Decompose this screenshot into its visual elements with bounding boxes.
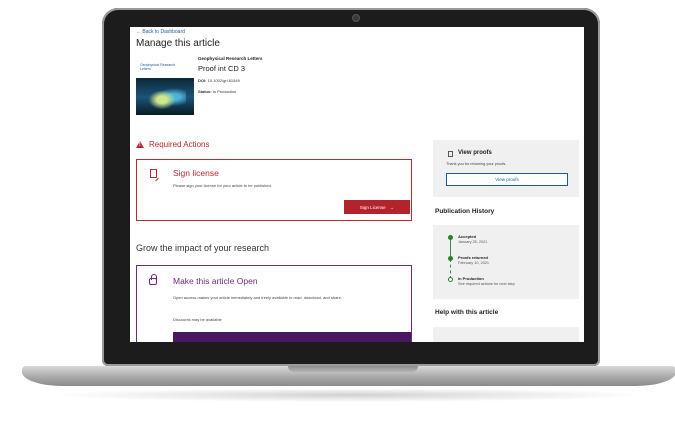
open-access-title: Make this article Open (173, 276, 258, 286)
screen: ← Back to Dashboard Manage this article … (130, 27, 584, 342)
help-panel (433, 327, 579, 342)
proof-document-icon (448, 151, 453, 157)
required-actions-heading: Required Actions (136, 140, 209, 149)
cover-art (146, 83, 186, 111)
webcam-icon (352, 14, 360, 22)
help-heading: Help with this article (435, 309, 499, 316)
timeline-dot-pending (448, 277, 453, 282)
page-title: Manage this article (136, 38, 220, 49)
view-proofs-panel: View proofs Thank you for returning your… (433, 140, 579, 197)
status-value: In Production (212, 89, 237, 94)
event-date: February 10, 2021 (458, 261, 490, 265)
view-proofs-button[interactable]: View proofs (446, 173, 568, 186)
timeline-line-pending (450, 259, 451, 279)
doi-line: DOI: 10.1002/grl.61549 (198, 78, 240, 83)
laptop-shadow (50, 388, 650, 402)
event-title: Accepted (458, 234, 477, 239)
laptop-notch (288, 366, 418, 372)
open-access-description: Open access makes your article immediate… (173, 295, 342, 300)
sign-license-button[interactable]: Sign License → (344, 200, 410, 214)
timeline-dot (448, 256, 453, 261)
required-actions-label: Required Actions (149, 140, 210, 149)
sign-license-title: Sign license (173, 168, 219, 178)
doi-label: DOI: (198, 78, 207, 83)
warning-icon (136, 141, 144, 148)
timeline-dot (448, 235, 453, 240)
event-title: Proofs returned (458, 255, 489, 260)
article-title: Proof int CD 3 (198, 64, 246, 73)
event-title: In Production (458, 276, 484, 281)
cover-journal-label: Geophysical Research Letters (140, 63, 176, 71)
sign-license-button-label: Sign License (359, 204, 386, 210)
sign-license-card: Sign license Please sign your license fo… (136, 159, 412, 221)
sign-license-description: Please sign your license for your articl… (173, 183, 272, 188)
status-line: Status: In Production (198, 89, 236, 94)
discount-note: Discounts may be available (173, 317, 222, 322)
view-proofs-description: Thank you for returning your proofs. (446, 162, 507, 166)
journal-cover-image: Geophysical Research Letters (136, 55, 194, 115)
make-open-button[interactable] (173, 332, 411, 342)
unlock-icon (149, 274, 157, 285)
publication-history-timeline: Accepted January 25, 2021 Proofs returne… (433, 225, 579, 299)
back-to-dashboard-link[interactable]: ← Back to Dashboard (136, 29, 185, 35)
view-proofs-title: View proofs (458, 150, 492, 156)
document-sign-icon (150, 169, 157, 178)
open-access-card: Make this article Open Open access makes… (136, 265, 412, 342)
journal-name: Geophysical Research Letters (198, 56, 263, 61)
event-date: January 25, 2021 (458, 240, 488, 244)
grow-impact-heading: Grow the impact of your research (136, 243, 270, 253)
publication-history-heading: Publication History (435, 208, 495, 215)
status-label: Status: (198, 89, 212, 94)
event-date: See required actions for next step (458, 282, 515, 286)
doi-value: 10.1002/grl.61549 (207, 78, 240, 83)
arrow-right-icon: → (389, 204, 395, 210)
